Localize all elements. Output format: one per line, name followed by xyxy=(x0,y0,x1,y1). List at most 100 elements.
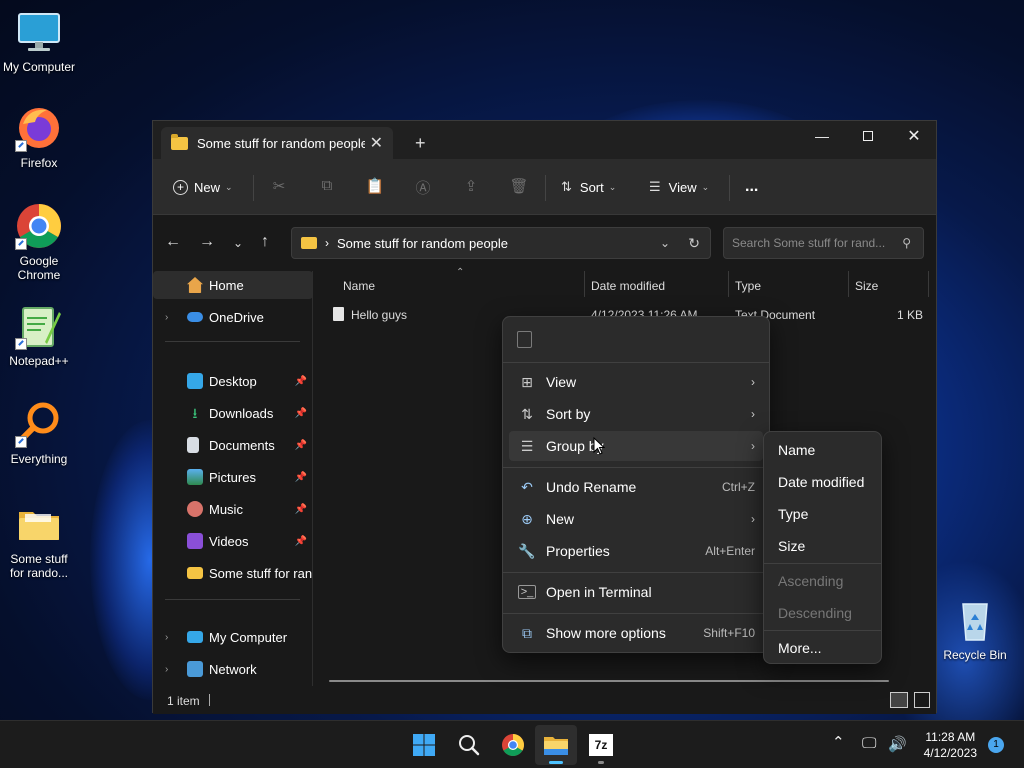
submenu-item-name[interactable]: Name xyxy=(778,438,815,462)
menu-item-label: Show more options xyxy=(546,625,666,641)
address-history-chevron-icon[interactable]: ⌄ xyxy=(660,236,670,250)
pin-icon[interactable]: 📌 xyxy=(295,408,307,419)
up-arrow-icon[interactable]: ↑ xyxy=(261,233,269,251)
column-divider[interactable] xyxy=(584,271,585,297)
desktop-icon-firefox[interactable]: Firefox xyxy=(0,104,78,170)
search-icon[interactable] xyxy=(455,731,483,759)
chrome-icon[interactable] xyxy=(499,731,527,759)
menu-item-sort-by[interactable]: ⇅ Sort by › xyxy=(509,399,763,429)
tiles-view-toggle[interactable] xyxy=(914,692,930,708)
desktop-icon-everything[interactable]: Everything xyxy=(0,400,78,466)
desktop-icon-my-computer[interactable]: My Computer xyxy=(0,8,78,74)
music-icon xyxy=(187,501,203,517)
address-bar[interactable]: › Some stuff for random people ⌄ ↻ xyxy=(291,227,711,259)
sort-button[interactable]: ⇅ Sort ⌄ xyxy=(561,174,616,200)
menu-item-undo-rename[interactable]: ↶ Undo Rename Ctrl+Z xyxy=(509,472,763,502)
column-divider[interactable] xyxy=(928,271,929,297)
tab-close-icon[interactable]: ✕ xyxy=(370,133,383,153)
sidebar-item-pictures[interactable]: Pictures 📌 xyxy=(153,463,313,491)
more-options-button[interactable]: ... xyxy=(745,174,758,200)
new-tab-button[interactable]: + xyxy=(415,133,426,154)
system-clock[interactable]: 11:28 AM 4/12/2023 xyxy=(924,729,977,761)
desktop-icon-chrome[interactable]: Google Chrome xyxy=(0,202,78,282)
view-button-label: View xyxy=(668,179,697,195)
sidebar-item-my-computer[interactable]: › My Computer xyxy=(153,623,313,651)
maximize-button[interactable] xyxy=(845,121,891,151)
column-divider[interactable] xyxy=(728,271,729,297)
file-explorer-taskbar-button[interactable] xyxy=(535,725,577,765)
refresh-icon[interactable]: ↻ xyxy=(688,235,700,252)
start-icon[interactable] xyxy=(410,731,438,759)
sidebar-item-label: OneDrive xyxy=(209,309,264,325)
new-button[interactable]: + New ⌄ xyxy=(173,174,233,200)
menu-item-show-more-options[interactable]: ⧉ Show more options Shift+F10 xyxy=(509,618,763,648)
paste-icon[interactable]: 📋 xyxy=(365,177,385,197)
submenu-item-date-modified[interactable]: Date modified xyxy=(778,470,864,494)
group-by-submenu: Name Date modified Type Size Ascending D… xyxy=(763,431,882,664)
computer-icon xyxy=(187,631,203,643)
menu-item-new[interactable]: ⊕ New › xyxy=(509,504,763,534)
sidebar-item-some-stuff[interactable]: Some stuff for rand xyxy=(153,559,313,587)
pin-icon[interactable]: 📌 xyxy=(295,440,307,451)
back-arrow-icon[interactable]: ← xyxy=(165,233,181,251)
sidebar-item-documents[interactable]: Documents 📌 xyxy=(153,431,313,459)
breadcrumb-separator-icon: › xyxy=(325,236,329,250)
network-status-icon[interactable]: 🖵 xyxy=(862,735,876,752)
explorer-tab[interactable]: Some stuff for random people ✕ xyxy=(161,127,393,159)
desktop-icon-recycle-bin[interactable]: Recycle Bin xyxy=(936,596,1014,662)
volume-icon[interactable]: 🔊 xyxy=(888,735,907,753)
details-view-toggle[interactable] xyxy=(890,692,908,708)
menu-item-properties[interactable]: 🔧 Properties Alt+Enter xyxy=(509,536,763,566)
view-button[interactable]: ☰ View ⌄ xyxy=(649,174,709,200)
rename-icon[interactable]: Ⓐ xyxy=(413,177,433,197)
sidebar-item-videos[interactable]: Videos 📌 xyxy=(153,527,313,555)
toolbar-divider xyxy=(545,175,546,201)
pin-icon[interactable]: 📌 xyxy=(295,376,307,387)
file-explorer-icon xyxy=(542,731,570,759)
expand-chevron-icon[interactable]: › xyxy=(165,632,168,643)
submenu-item-more[interactable]: More... xyxy=(778,636,822,660)
submenu-item-type[interactable]: Type xyxy=(778,502,808,526)
sidebar-item-desktop[interactable]: Desktop 📌 xyxy=(153,367,313,395)
menu-separator xyxy=(503,572,769,573)
expand-chevron-icon[interactable]: › xyxy=(165,312,168,323)
breadcrumb-current-folder[interactable]: Some stuff for random people xyxy=(337,236,508,251)
copy-icon[interactable]: ⧉ xyxy=(317,177,337,197)
horizontal-scrollbar[interactable] xyxy=(329,680,889,682)
pin-icon[interactable]: 📌 xyxy=(295,472,307,483)
sidebar-item-downloads[interactable]: ⭳ Downloads 📌 xyxy=(153,399,313,427)
forward-arrow-icon[interactable]: → xyxy=(199,233,215,251)
column-header-date-modified[interactable]: Date modified xyxy=(591,279,665,299)
share-icon[interactable]: ⇪ xyxy=(461,177,481,197)
expand-chevron-icon[interactable]: › xyxy=(165,664,168,675)
sidebar-item-onedrive[interactable]: › OneDrive xyxy=(153,303,313,331)
column-header-name[interactable]: Name xyxy=(343,279,375,299)
desktop-icon-folder-some-stuff[interactable]: Some stuff for rando... xyxy=(0,500,78,580)
recent-locations-chevron-icon[interactable]: ⌄ xyxy=(233,236,243,250)
column-divider[interactable] xyxy=(848,271,849,297)
minimize-button[interactable]: — xyxy=(799,121,845,151)
sidebar-item-music[interactable]: Music 📌 xyxy=(153,495,313,523)
column-header-size[interactable]: Size xyxy=(855,279,878,299)
paste-icon[interactable] xyxy=(517,331,532,348)
notification-badge[interactable]: 1 xyxy=(988,737,1004,753)
delete-icon[interactable]: 🗑 xyxy=(509,177,529,197)
menu-item-group-by[interactable]: ☰ Group by › xyxy=(509,431,763,461)
7zip-icon[interactable]: 7z xyxy=(587,731,615,764)
cut-icon[interactable]: ✂ xyxy=(269,177,289,197)
column-header-type[interactable]: Type xyxy=(735,279,761,299)
pin-icon[interactable]: 📌 xyxy=(295,536,307,547)
pin-icon[interactable]: 📌 xyxy=(295,504,307,515)
search-box[interactable]: Search Some stuff for rand... ⚲ xyxy=(723,227,924,259)
sidebar-item-network[interactable]: › Network xyxy=(153,655,313,683)
close-button[interactable]: ✕ xyxy=(891,121,937,151)
menu-item-view[interactable]: ⊞ View › xyxy=(509,367,763,397)
sidebar-item-home[interactable]: Home xyxy=(153,271,313,299)
menu-item-label: New xyxy=(546,511,575,527)
show-hidden-icons-chevron-icon[interactable]: ⌃ xyxy=(832,733,845,751)
sort-button-label: Sort xyxy=(579,179,604,195)
folder-icon xyxy=(15,500,63,548)
submenu-item-size[interactable]: Size xyxy=(778,534,805,558)
desktop-icon-notepad-plus-plus[interactable]: Notepad++ xyxy=(0,302,78,368)
menu-item-open-in-terminal[interactable]: >_ Open in Terminal xyxy=(509,577,763,607)
